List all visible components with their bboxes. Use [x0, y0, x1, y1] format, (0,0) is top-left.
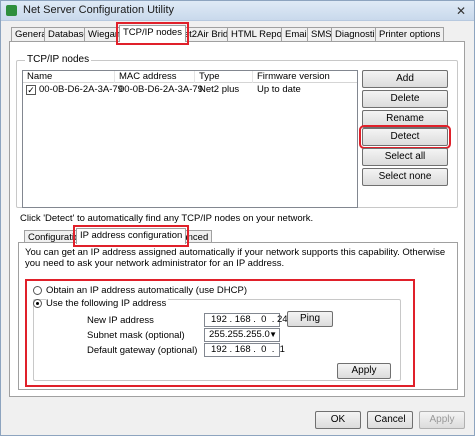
detect-hint: Click 'Detect' to automatically find any… — [20, 213, 314, 224]
tab-printer-options[interactable]: Printer options — [375, 27, 445, 41]
select-none-button[interactable]: Select none — [362, 168, 448, 186]
close-icon[interactable]: ✕ — [454, 4, 468, 18]
tab-ip-address-configuration[interactable]: IP address configuration — [72, 225, 190, 247]
checkmark-icon[interactable]: ✓ — [26, 85, 36, 95]
tcpip-tab-page: TCP/IP nodes Name MAC address Type Firmw… — [9, 41, 465, 397]
new-ip-label: New IP address — [87, 315, 154, 326]
static-ip-radio-label[interactable]: Use the following IP address — [46, 298, 169, 309]
window-title: Net Server Configuration Utility — [23, 4, 175, 16]
row-type: Net2 plus — [199, 84, 240, 95]
rename-button[interactable]: Rename — [362, 110, 448, 128]
column-firmware[interactable]: Firmware version — [253, 71, 357, 83]
gateway-field[interactable]: 192 . 168 . 0 . 1 — [204, 343, 285, 357]
row-name: 00-0B-D6-2A-3A-79 — [39, 84, 123, 95]
ip-description: You can get an IP address assigned autom… — [25, 247, 446, 269]
add-button[interactable]: Add — [362, 70, 448, 88]
detect-button[interactable]: Detect — [359, 125, 451, 149]
group-legend: TCP/IP nodes — [25, 54, 92, 65]
ping-button[interactable]: Ping — [287, 311, 333, 327]
ip-apply-button[interactable]: Apply — [337, 363, 391, 379]
ip-config-page: You can get an IP address assigned autom… — [18, 242, 458, 390]
subnet-value: 255.255.255.0 — [209, 329, 270, 340]
cancel-button[interactable]: Cancel — [367, 411, 413, 429]
column-name[interactable]: Name — [23, 71, 115, 83]
column-type[interactable]: Type — [195, 71, 253, 83]
static-ip-radio[interactable] — [33, 299, 42, 308]
chevron-down-icon[interactable]: ▼ — [269, 329, 277, 341]
select-all-button[interactable]: Select all — [362, 148, 448, 166]
column-mac[interactable]: MAC address — [115, 71, 195, 83]
delete-button[interactable]: Delete — [362, 90, 448, 108]
dhcp-radio-label[interactable]: Obtain an IP address automatically (use … — [46, 285, 247, 296]
main-window: Net Server Configuration Utility ✕ Gener… — [0, 0, 475, 436]
nodes-list[interactable]: Name MAC address Type Firmware version ✓… — [22, 70, 358, 208]
dhcp-radio[interactable] — [33, 286, 42, 295]
list-header: Name MAC address Type Firmware version — [23, 71, 357, 83]
title-bar: Net Server Configuration Utility ✕ — [1, 1, 474, 21]
subnet-select[interactable]: 255.255.255.0 ▼ — [204, 328, 280, 342]
row-firmware: Up to date — [257, 84, 301, 95]
table-row[interactable]: ✓ 00-0B-D6-2A-3A-79 00-0B-D6-2A-3A-79 Ne… — [23, 84, 357, 96]
apply-button[interactable]: Apply — [419, 411, 465, 429]
gateway-label: Default gateway (optional) — [87, 345, 198, 356]
new-ip-field[interactable]: 192 . 168 . 0 . 242 — [204, 313, 293, 327]
ok-button[interactable]: OK — [315, 411, 361, 429]
row-mac: 00-0B-D6-2A-3A-79 — [119, 84, 203, 95]
tab-tcpip-nodes[interactable]: TCP/IP nodes — [116, 22, 189, 45]
subnet-label: Subnet mask (optional) — [87, 330, 185, 341]
app-icon — [6, 5, 17, 16]
